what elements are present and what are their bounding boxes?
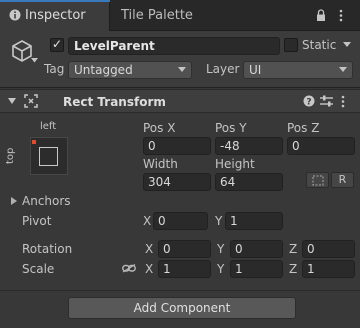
footer-divider <box>0 290 360 291</box>
tab-tile-palette-label: Tile Palette <box>121 8 193 23</box>
layer-caret-icon <box>339 67 347 72</box>
rect-transform-title: Rect Transform <box>63 95 166 109</box>
svg-text:?: ? <box>306 98 311 108</box>
help-icon[interactable]: ? <box>303 95 315 107</box>
width-field[interactable]: 304 <box>143 173 211 191</box>
scale-x-label: X <box>145 262 154 276</box>
pivot-label: Pivot <box>22 214 52 228</box>
anchor-pin-icon <box>32 140 36 144</box>
object-name-field[interactable]: LevelParent <box>68 37 280 55</box>
rect-transform-icon <box>24 94 38 108</box>
scale-z-label: Z <box>289 262 298 276</box>
rotation-z-label: Z <box>289 242 298 256</box>
scale-y-field[interactable]: 1 <box>230 260 283 278</box>
tag-label: Tag <box>44 62 65 76</box>
blueprint-mode-button[interactable] <box>306 172 329 188</box>
pos-x-field[interactable]: 0 <box>143 137 211 155</box>
pivot-x-label: X <box>143 214 152 228</box>
anchor-vertical-label: top <box>5 147 16 164</box>
add-component-button[interactable]: Add Component <box>68 297 296 319</box>
layer-value: UI <box>249 63 262 77</box>
lock-icon[interactable] <box>316 9 326 22</box>
pivot-x-field[interactable]: 0 <box>153 212 208 230</box>
anchor-preset-button[interactable] <box>30 137 68 175</box>
tab-inspector-label: Inspector <box>25 8 86 23</box>
tab-accent <box>0 0 110 2</box>
raw-edit-button[interactable]: R <box>331 172 354 188</box>
pos-z-field[interactable]: 0 <box>287 137 355 155</box>
pos-z-label: Pos Z <box>287 121 320 135</box>
scale-label: Scale <box>22 262 55 276</box>
static-checkbox[interactable] <box>284 38 298 52</box>
component-menu-icon[interactable] <box>341 95 345 108</box>
tab-tile-palette[interactable]: Tile Palette <box>111 0 211 31</box>
pos-y-label: Pos Y <box>215 121 247 135</box>
scale-x-field[interactable]: 1 <box>158 260 211 278</box>
anchors-foldout-label[interactable]: Anchors <box>22 194 71 208</box>
rotation-label: Rotation <box>22 242 73 256</box>
rotation-z-field[interactable]: 0 <box>302 240 355 258</box>
anchor-horizontal-label: left <box>40 121 57 132</box>
active-checkbox[interactable] <box>50 37 64 52</box>
constrain-proportions-link-icon[interactable] <box>122 264 136 273</box>
static-dropdown-icon[interactable] <box>343 42 351 47</box>
anchor-preset-rect <box>39 147 58 166</box>
width-label: Width <box>143 157 178 171</box>
rotation-x-label: X <box>145 242 154 256</box>
blueprint-dashed-rect-icon <box>312 175 324 186</box>
scale-z-field[interactable]: 1 <box>302 260 355 278</box>
chevron-down-icon[interactable] <box>31 58 38 63</box>
pos-x-label: Pos X <box>143 121 176 135</box>
info-icon <box>9 9 21 21</box>
tag-dropdown[interactable]: Untagged <box>68 61 192 79</box>
scale-y-label: Y <box>217 262 225 276</box>
more-options-icon[interactable] <box>339 9 343 22</box>
rotation-y-label: Y <box>217 242 225 256</box>
layer-label: Layer <box>206 62 240 76</box>
rotation-y-field[interactable]: 0 <box>230 240 283 258</box>
collapse-arrow-icon[interactable] <box>8 98 16 104</box>
pivot-y-field[interactable]: 1 <box>225 212 283 230</box>
height-label: Height <box>215 157 255 171</box>
tag-caret-icon <box>178 67 186 72</box>
static-label: Static <box>302 38 337 52</box>
tab-inspector[interactable]: Inspector <box>0 0 110 31</box>
pivot-y-label: Y <box>215 214 223 228</box>
rotation-x-field[interactable]: 0 <box>158 240 211 258</box>
presets-sliders-icon[interactable] <box>320 95 333 107</box>
height-field[interactable]: 64 <box>215 173 283 191</box>
anchors-foldout-arrow-icon[interactable] <box>11 197 17 205</box>
pos-y-field[interactable]: -48 <box>215 137 283 155</box>
tag-value: Untagged <box>74 63 133 77</box>
layer-dropdown[interactable]: UI <box>243 61 353 79</box>
